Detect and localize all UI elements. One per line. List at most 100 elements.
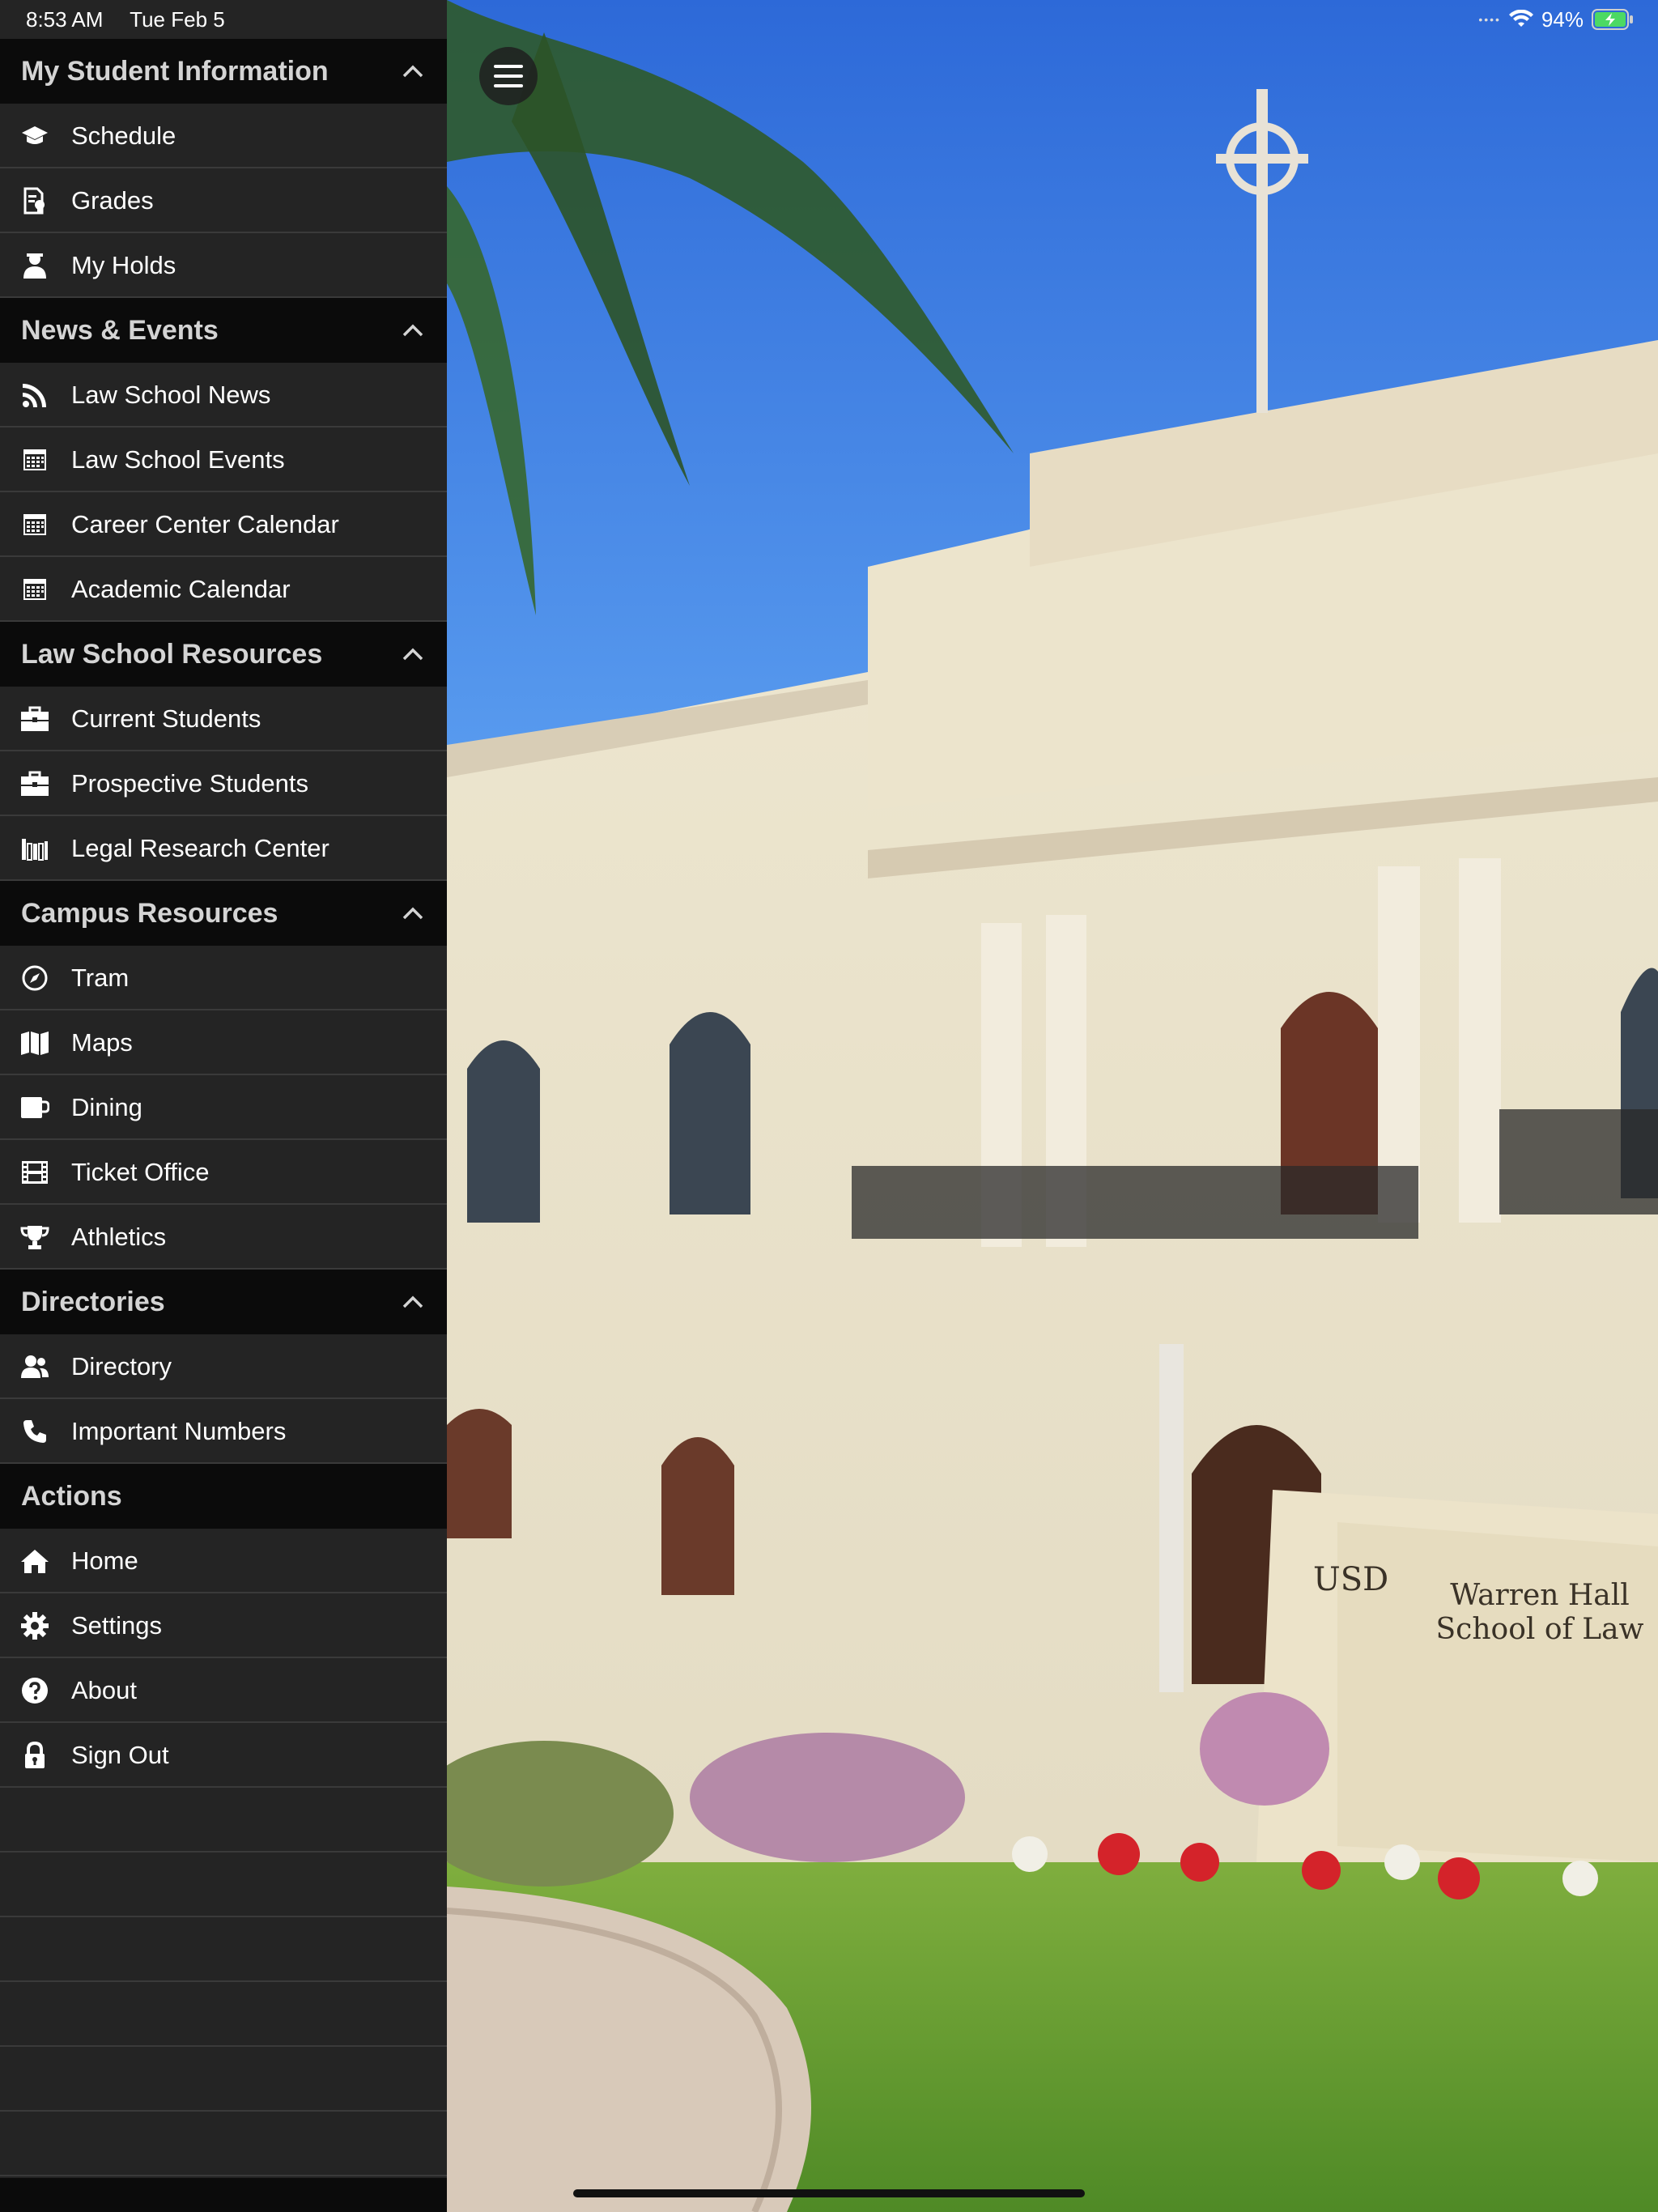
sidebar-item-label: My Holds: [71, 251, 176, 279]
home-indicator[interactable]: [573, 2189, 1085, 2197]
sidebar-item-label: Directory: [71, 1352, 172, 1380]
warren-hall-illustration: [447, 0, 1658, 2212]
navigation-sidebar: My Student Information Schedule Grades My H…: [0, 0, 447, 2212]
sidebar-item-label: Tram: [71, 963, 130, 992]
section-header-title: Directories: [21, 1287, 165, 1317]
calendar-icon: [19, 445, 50, 474]
sidebar-item-important-numbers[interactable]: Important Numbers: [0, 1399, 447, 1464]
chevron-up-icon[interactable]: [397, 39, 429, 104]
section-header-my-student-information[interactable]: My Student Information: [0, 39, 447, 104]
chevron-up-icon[interactable]: [397, 1270, 429, 1334]
status-bar-left: 8:53 AM Tue Feb 5: [26, 0, 246, 39]
sidebar-item-legal-research-center[interactable]: Legal Research Center: [0, 816, 447, 881]
hamburger-line: [494, 65, 523, 68]
status-date: Tue Feb 5: [130, 7, 225, 32]
trophy-icon: [19, 1223, 50, 1252]
users-icon: [19, 1352, 50, 1381]
gear-icon: [19, 1611, 50, 1640]
sidebar-item-label: Schedule: [71, 121, 176, 150]
sidebar-item-academic-calendar[interactable]: Academic Calendar: [0, 557, 447, 622]
sidebar-item-label: Home: [71, 1546, 138, 1575]
sidebar-item-directory[interactable]: Directory: [0, 1334, 447, 1399]
sidebar-item-my-holds[interactable]: My Holds: [0, 233, 447, 298]
sidebar-item-dining[interactable]: Dining: [0, 1075, 447, 1140]
sidebar-item-athletics[interactable]: Athletics: [0, 1205, 447, 1270]
section-header-campus-resources[interactable]: Campus Resources: [0, 881, 447, 946]
section-header-title: News & Events: [21, 315, 219, 346]
empty-row: [0, 2112, 447, 2176]
sidebar-item-label: Important Numbers: [71, 1417, 287, 1445]
cellular-dots-icon: ••••: [1478, 13, 1501, 26]
sidebar-item-label: Ticket Office: [71, 1158, 210, 1186]
chevron-up-icon[interactable]: [397, 881, 429, 946]
sidebar-item-law-school-events[interactable]: Law School Events: [0, 428, 447, 492]
wifi-icon: [1508, 10, 1533, 27]
sidebar-item-schedule[interactable]: Schedule: [0, 104, 447, 168]
sidebar-item-grades[interactable]: Grades: [0, 168, 447, 233]
sidebar-item-about[interactable]: About: [0, 1658, 447, 1723]
question-circle-icon: [19, 1676, 50, 1705]
empty-row: [0, 2047, 447, 2112]
compass-icon: [19, 963, 50, 993]
status-time: 8:53 AM: [26, 7, 104, 32]
hamburger-line: [494, 74, 523, 78]
map-icon: [19, 1028, 50, 1057]
section-header-actions[interactable]: Actions: [0, 1464, 447, 1529]
sidebar-item-label: Prospective Students: [71, 769, 308, 798]
home-icon: [19, 1546, 50, 1576]
section-header-title: Actions: [21, 1481, 122, 1512]
empty-row: [0, 1982, 447, 2047]
briefcase-icon: [19, 704, 50, 734]
empty-row: [0, 1917, 447, 1982]
chevron-up-icon[interactable]: [397, 298, 429, 363]
sign-line-2: School of Law: [1435, 1613, 1644, 1646]
user-hold-icon: [19, 251, 50, 280]
sidebar-item-label: Law School News: [71, 381, 271, 409]
sign-text: USD Warren Hall School of Law: [1313, 1563, 1658, 1647]
briefcase-icon: [19, 769, 50, 798]
sidebar-item-label: Dining: [71, 1093, 142, 1121]
status-bar-right: •••• 94%: [1478, 0, 1634, 39]
calendar-icon: [19, 575, 50, 604]
sidebar-item-ticket-office[interactable]: Ticket Office: [0, 1140, 447, 1205]
sidebar-item-label: Athletics: [71, 1223, 167, 1251]
sidebar-item-career-center-calendar[interactable]: Career Center Calendar: [0, 492, 447, 557]
section-header-law-school-resources[interactable]: Law School Resources: [0, 622, 447, 687]
sidebar-item-settings[interactable]: Settings: [0, 1593, 447, 1658]
section-header-title: My Student Information: [21, 56, 329, 87]
sidebar-item-label: Maps: [71, 1028, 133, 1057]
film-icon: [19, 1158, 50, 1187]
sidebar-item-label: Legal Research Center: [71, 834, 329, 862]
graduation-cap-icon: [19, 121, 50, 151]
sidebar-item-maps[interactable]: Maps: [0, 1010, 447, 1075]
sidebar-item-label: Career Center Calendar: [71, 510, 339, 538]
sidebar-item-tram[interactable]: Tram: [0, 946, 447, 1010]
hamburger-menu-button[interactable]: [479, 47, 538, 105]
sidebar-item-home[interactable]: Home: [0, 1529, 447, 1593]
sidebar-item-label: About: [71, 1676, 138, 1704]
coffee-cup-icon: [19, 1093, 50, 1122]
chevron-up-icon[interactable]: [397, 622, 429, 687]
sign-logo: USD: [1313, 1561, 1389, 1598]
section-header-title: Campus Resources: [21, 898, 278, 929]
sidebar-item-label: Current Students: [71, 704, 261, 733]
sidebar-item-sign-out[interactable]: Sign Out: [0, 1723, 447, 1788]
sidebar-item-current-students[interactable]: Current Students: [0, 687, 447, 751]
phone-icon: [19, 1417, 50, 1446]
section-header-title: Law School Resources: [21, 639, 323, 670]
sidebar-item-law-school-news[interactable]: Law School News: [0, 363, 447, 428]
sidebar-bottom-bar: [0, 2178, 447, 2212]
rss-icon: [19, 381, 50, 410]
sidebar-item-label: Grades: [71, 186, 154, 215]
sidebar-item-label: Settings: [71, 1611, 163, 1640]
calendar-icon: [19, 510, 50, 539]
empty-row: [0, 1853, 447, 1917]
section-header-news-and-events[interactable]: News & Events: [0, 298, 447, 363]
sidebar-item-prospective-students[interactable]: Prospective Students: [0, 751, 447, 816]
hamburger-line: [494, 84, 523, 87]
lock-icon: [19, 1741, 50, 1770]
certificate-document-icon: [19, 186, 50, 215]
library-books-icon: [19, 834, 50, 863]
empty-row: [0, 1788, 447, 1853]
section-header-directories[interactable]: Directories: [0, 1270, 447, 1334]
